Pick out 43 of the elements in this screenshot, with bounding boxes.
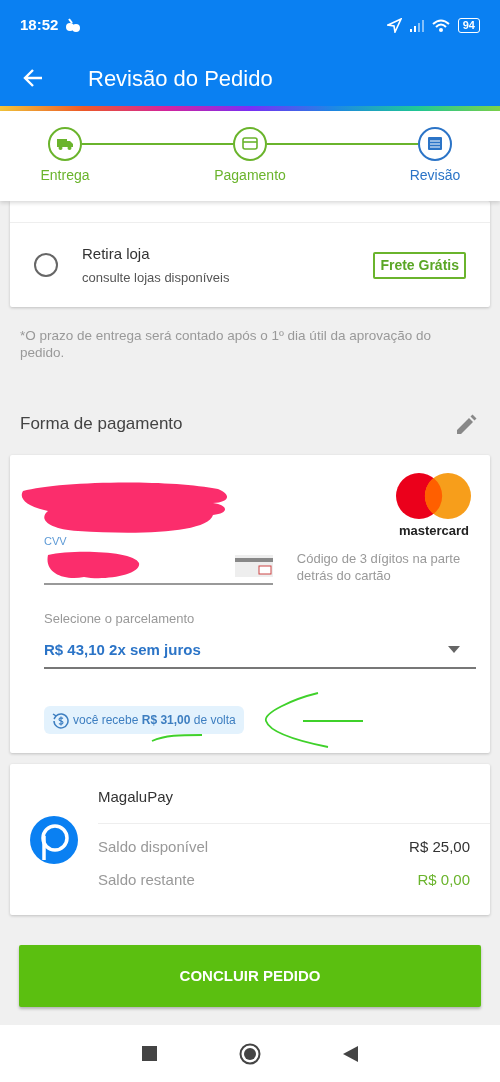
- brand-name: mastercard: [398, 522, 470, 540]
- section-title: Forma de pagamento: [20, 413, 183, 436]
- step-indicator[interactable]: [418, 127, 452, 161]
- cvv-hint: Código de 3 dígitos na parte detrás do cartão: [296, 550, 462, 584]
- truck-icon: [57, 137, 73, 151]
- installments-select[interactable]: R$ 43,10 2x sem juros: [44, 634, 476, 669]
- balance-value: R$ 0,00: [417, 869, 470, 890]
- card-icon: [242, 137, 258, 151]
- step-label: Entrega: [40, 166, 90, 185]
- shipping-tag: Frete Grátis: [373, 251, 466, 279]
- page-title: Revisão do Pedido: [88, 64, 273, 93]
- back-icon[interactable]: [22, 67, 44, 89]
- option-title: Retira loja: [82, 243, 151, 264]
- delivery-note: *O prazo de entrega será contado após o 1º dia útil da aprovação do pedido.: [19, 327, 432, 361]
- cvv-label: CVV: [44, 533, 68, 549]
- annotation-drawing: [150, 731, 204, 743]
- battery-indicator: 94: [457, 17, 480, 33]
- wifi-icon: [431, 18, 450, 32]
- option-subtitle: consulte lojas disponíveis: [82, 269, 231, 287]
- edit-icon[interactable]: [455, 412, 478, 436]
- status-time: 18:52: [20, 14, 59, 35]
- installments-label: Selecione o parcelamento: [44, 610, 196, 628]
- balance-label: Saldo restante: [98, 869, 195, 890]
- step-label: Pagamento: [214, 166, 286, 185]
- notification-icon: [64, 18, 81, 32]
- balance-value: R$ 25,00: [409, 837, 470, 857]
- location-icon: [386, 17, 402, 33]
- step-indicator[interactable]: [48, 127, 82, 161]
- home-icon[interactable]: [239, 1042, 261, 1065]
- signal-icon: [409, 18, 424, 32]
- back-nav-icon[interactable]: [343, 1045, 358, 1062]
- wallet-logo: [30, 815, 78, 864]
- dropdown-icon: [448, 646, 460, 654]
- refund-icon: [52, 711, 69, 729]
- card-back-icon: [234, 555, 273, 577]
- radio-button[interactable]: [34, 253, 58, 277]
- cvv-field[interactable]: [44, 549, 273, 585]
- step-indicator[interactable]: [233, 127, 267, 161]
- balance-label: Saldo disponível: [98, 837, 209, 857]
- list-icon: [427, 137, 443, 151]
- wallet-name: MagaluPay: [98, 764, 490, 824]
- cashback-badge: você recebe R$ 31,00 de volta: [44, 706, 244, 734]
- step-label: Revisão: [409, 166, 461, 185]
